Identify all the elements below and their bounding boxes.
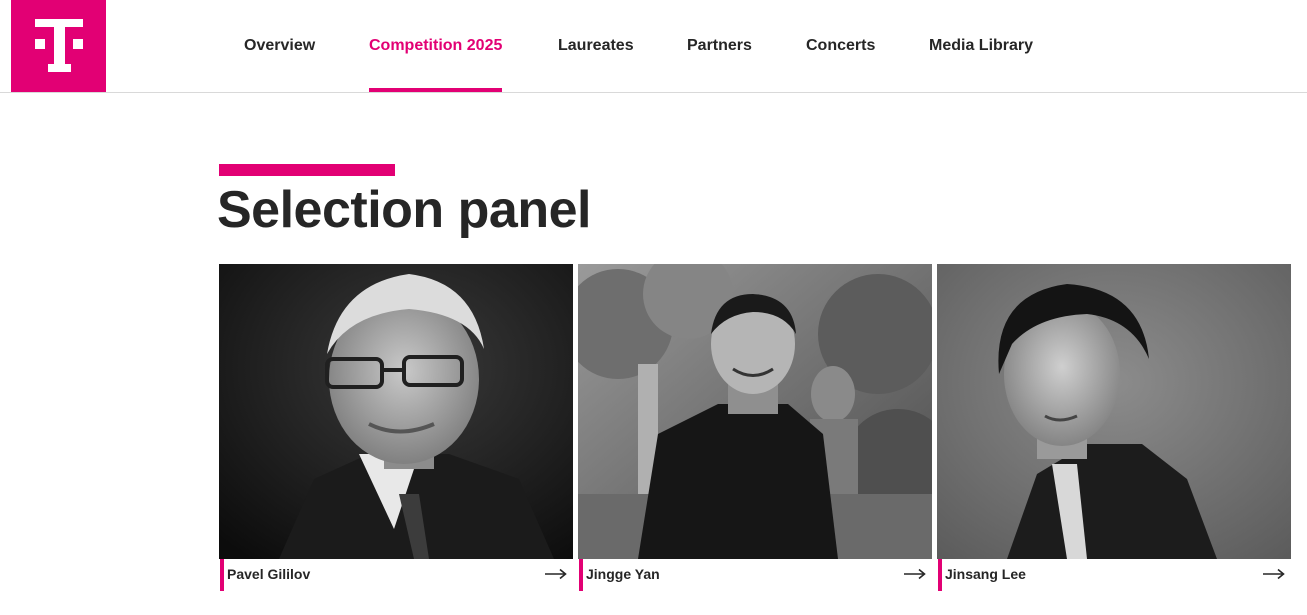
portrait-photo — [219, 264, 573, 559]
nav-item-competition-2025[interactable]: Competition 2025 — [369, 0, 503, 92]
card-accent-mark — [938, 559, 942, 591]
nav-item-media-library[interactable]: Media Library — [929, 0, 1033, 92]
card-accent-mark — [579, 559, 583, 591]
nav-item-concerts[interactable]: Concerts — [806, 0, 875, 92]
nav-item-label: Competition 2025 — [369, 37, 503, 54]
nav-item-label: Partners — [687, 37, 752, 54]
card-label-row: Jingge Yan — [578, 559, 932, 591]
telekom-logo[interactable] — [11, 0, 106, 92]
panel-card-jinsang-lee[interactable]: Jinsang Lee — [937, 264, 1291, 615]
title-accent-bar — [219, 164, 395, 176]
nav-item-label: Laureates — [558, 37, 634, 54]
panelist-name: Pavel Gililov — [227, 566, 311, 582]
active-tab-indicator — [369, 88, 503, 92]
page-title: Selection panel — [217, 181, 591, 239]
card-label-row: Jinsang Lee — [937, 559, 1291, 591]
nav-item-label: Concerts — [806, 37, 876, 54]
portrait-photo — [937, 264, 1291, 559]
panelist-name: Jingge Yan — [586, 566, 660, 582]
panel-card-pavel-gililov[interactable]: Pavel Gililov — [219, 264, 573, 615]
telekom-t-icon — [35, 19, 83, 72]
nav-item-laureates[interactable]: Laureates — [558, 0, 634, 92]
nav-item-label: Overview — [244, 37, 316, 54]
portrait-photo — [578, 264, 932, 559]
nav-item-overview[interactable]: Overview — [244, 0, 315, 92]
arrow-right-icon[interactable] — [1263, 568, 1285, 580]
arrow-right-icon[interactable] — [904, 568, 926, 580]
panel-card-jingge-yan[interactable]: Jingge Yan — [578, 264, 932, 615]
arrow-right-icon[interactable] — [545, 568, 567, 580]
card-label-row: Pavel Gililov — [219, 559, 573, 591]
nav-item-label: Media Library — [929, 37, 1034, 54]
nav-item-partners[interactable]: Partners — [687, 0, 752, 92]
panelist-name: Jinsang Lee — [945, 566, 1026, 582]
site-header: Overview Competition 2025 Laureates Part… — [0, 0, 1307, 93]
card-accent-mark — [220, 559, 224, 591]
